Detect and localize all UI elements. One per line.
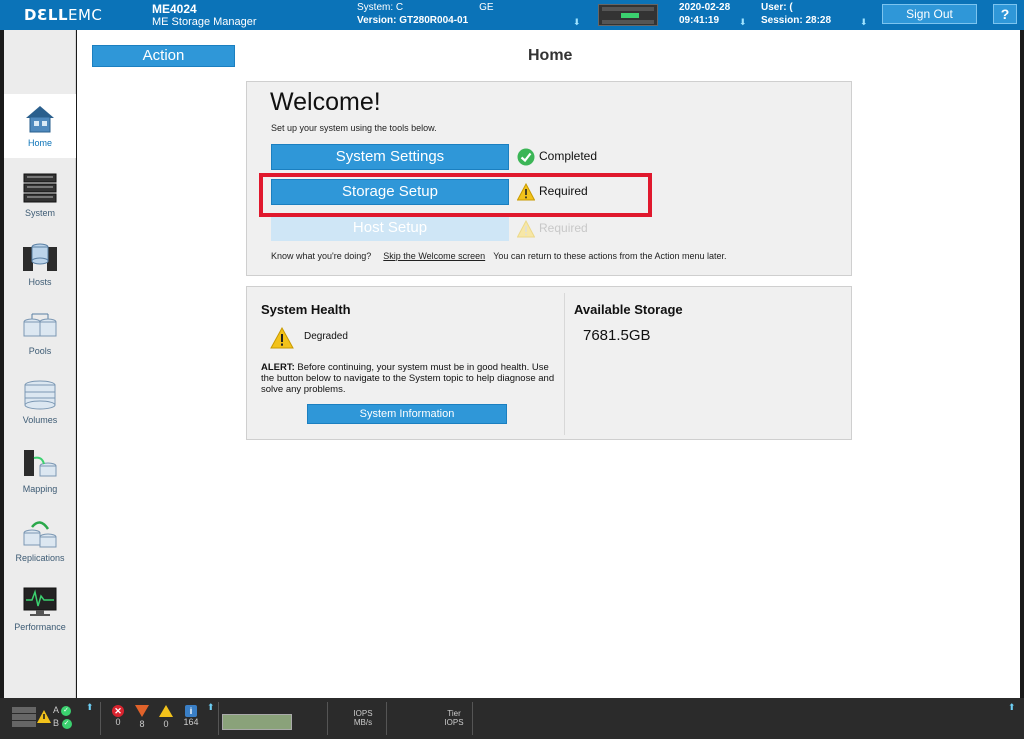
user-expand-arrow-icon[interactable]: ⬇ [860,17,868,28]
skip-welcome-link[interactable]: Skip the Welcome screen [383,251,485,261]
panel-divider [564,293,565,435]
enclosure-icon[interactable] [598,4,658,26]
sidebar-item-label: Performance [14,622,66,632]
top-header-bar: DƐLLEMC ME4024 ME Storage Manager System… [0,0,1024,30]
session-label: Session: 28:28 [761,15,832,26]
critical-icon [135,705,149,717]
info-icon: i [185,705,197,717]
expand-up-arrow-icon[interactable]: ⬆ [207,702,215,713]
hosts-icon [23,243,57,271]
sidebar-item-performance[interactable]: Performance [4,578,76,642]
error-count[interactable]: ✕ 0 [111,705,125,727]
user-info[interactable]: User: ( Session: 28:28 [761,1,831,27]
sidebar-nav: Home System Hosts Pools Volumes Mapping … [4,30,76,698]
health-alert: ALERT: Before continuing, your system mu… [261,362,555,395]
warning-icon [517,219,535,238]
system-expand-arrow-icon[interactable]: ⬇ [573,17,581,28]
sidebar-item-label: Replications [15,553,65,563]
date-label: 2020-02-28 [679,2,731,13]
warning-icon [37,710,51,723]
warning-count[interactable]: 0 [159,705,173,729]
available-storage-title: Available Storage [574,302,683,317]
datetime-expand-arrow-icon[interactable]: ⬇ [739,17,747,28]
main-content: Action Home Welcome! Set up your system … [77,30,1020,698]
system-settings-button[interactable]: System Settings [271,144,509,170]
system-icon [23,173,57,203]
sidebar-item-label: Volumes [22,415,58,425]
sidebar-item-home[interactable]: Home [4,94,76,158]
host-setup-status: Required [517,219,588,238]
available-storage-value: 7681.5GB [583,327,651,344]
sidebar-item-label: Pools [28,346,52,356]
sidebar-item-mapping[interactable]: Mapping [4,440,76,504]
sign-out-button[interactable]: Sign Out [882,4,977,24]
error-icon: ✕ [112,705,124,717]
expand-up-arrow-icon[interactable]: ⬆ [1008,702,1016,713]
sidebar-item-hosts[interactable]: Hosts [4,233,76,297]
critical-count[interactable]: 8 [135,705,149,729]
help-button[interactable]: ? [993,4,1017,24]
footer-question: Know what you're doing? [271,251,372,261]
host-setup-button[interactable]: Host Setup [271,215,509,241]
warning-icon [270,327,294,349]
iops-mbs-labels: IOPS MB/s [353,709,373,727]
date-time[interactable]: 2020-02-28 09:41:19 [679,1,730,27]
check-icon [517,148,535,166]
sidebar-item-label: System [24,208,55,218]
system-settings-status: Completed [517,147,597,166]
system-info[interactable]: System: C GE Version: GT280R004-01 [357,1,494,27]
welcome-panel: Welcome! Set up your system using the to… [246,81,852,276]
storage-setup-highlight [259,173,652,217]
sidebar-item-replications[interactable]: Replications [4,509,76,573]
health-status: Degraded [304,331,348,342]
model-name: ME4024 [152,2,197,16]
sidebar-item-system[interactable]: System [4,164,76,228]
product-name: ME Storage Manager [152,16,257,28]
sidebar-item-label: Mapping [22,484,58,494]
mapping-icon [24,450,57,477]
expand-up-arrow-icon[interactable]: ⬆ [86,702,94,713]
volumes-icon [24,380,56,410]
system-information-button[interactable]: System Information [307,404,507,424]
version-label: Version: GT280R004-01 [357,15,469,26]
enclosure-status-icon[interactable] [12,706,36,728]
tier-iops-labels: Tier IOPS [444,709,464,727]
check-icon: ✓ [61,718,72,729]
welcome-footer: Know what you're doing? Skip the Welcome … [271,251,727,261]
user-label: User: ( [761,2,793,13]
time-label: 09:41:19 [679,15,720,26]
welcome-subtitle: Set up your system using the tools below… [271,123,437,133]
sidebar-item-pools[interactable]: Pools [4,302,76,366]
footer-note: You can return to these actions from the… [493,251,727,261]
performance-icon [23,587,57,616]
performance-graph[interactable] [222,714,292,730]
home-icon [26,106,54,133]
welcome-title: Welcome! [270,88,381,116]
system-suffix: GE [479,2,494,13]
system-label: System: C [357,2,404,13]
pools-icon [23,313,57,337]
status-bar: A ✓ B ✓ ⬆ ✕ 0 8 0 i 164 ⬆ IOPS MB/s Tier… [0,698,1024,739]
action-button[interactable]: Action [92,45,235,67]
info-count[interactable]: i 164 [180,705,202,727]
controller-status[interactable]: A ✓ B ✓ [53,704,72,730]
sidebar-item-label: Hosts [28,277,52,287]
dell-emc-logo: DƐLLEMC [24,6,103,24]
system-health-title: System Health [261,302,351,317]
page-title: Home [528,47,573,64]
sidebar-item-volumes[interactable]: Volumes [4,371,76,435]
health-storage-panel: System Health Degraded ALERT: Before con… [246,286,852,440]
replications-icon [23,521,57,548]
warning-icon [159,705,173,717]
product-info: ME4024 ME Storage Manager [152,3,257,29]
sidebar-item-label: Home [27,138,52,148]
check-icon: ✓ [61,705,72,716]
